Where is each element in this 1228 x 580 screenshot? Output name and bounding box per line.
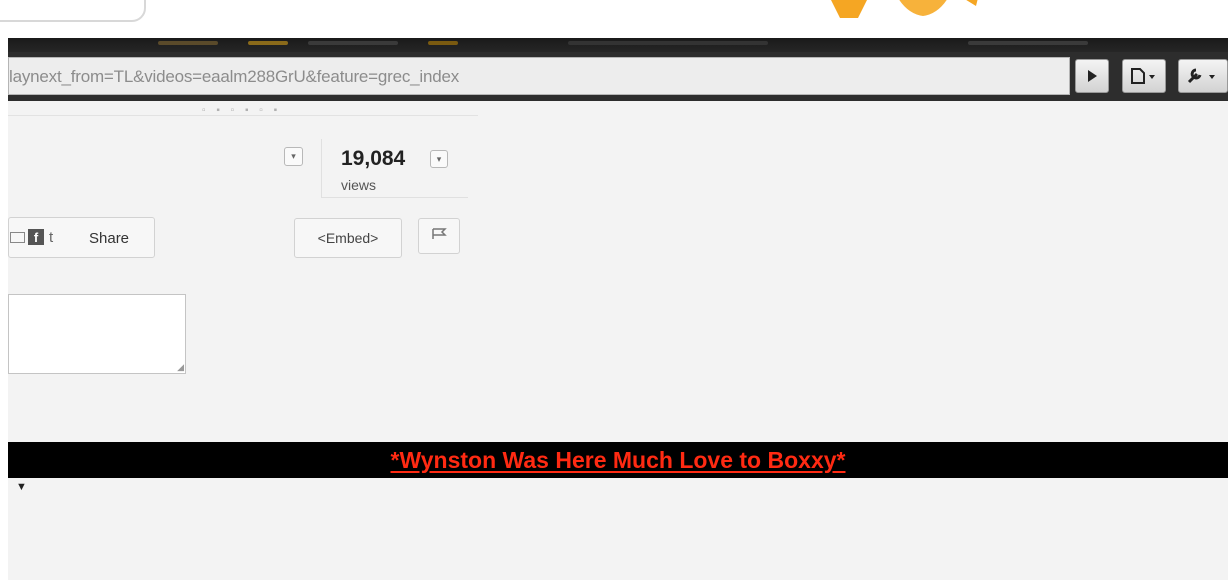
resize-grip-icon[interactable]: ◢ <box>177 363 184 372</box>
expand-arrow-icon[interactable]: ▼ <box>16 481 27 493</box>
share-button[interactable]: Share <box>89 230 129 247</box>
embed-button[interactable]: <Embed> <box>294 218 402 258</box>
address-url[interactable]: laynext_from=TL&videos=eaalm288GrU&featu… <box>9 67 459 87</box>
dropdown-toggle[interactable]: ▾ <box>284 147 303 166</box>
view-count: 19,084 <box>341 147 406 170</box>
channel-banner: *Wynston Was Here Much Love to Boxxy* <box>8 442 1228 478</box>
banner-text[interactable]: *Wynston Was Here Much Love to Boxxy* <box>8 447 1228 474</box>
flag-button[interactable] <box>418 218 460 254</box>
wrench-menu-button[interactable] <box>1178 59 1228 93</box>
flag-icon <box>432 228 447 239</box>
page-menu-icon <box>1131 68 1155 84</box>
share-button-group[interactable]: f t Share <box>8 217 155 258</box>
play-button[interactable] <box>1075 59 1109 93</box>
views-label: views <box>341 177 377 193</box>
view-count-panel: 19,084 views ▾ <box>321 139 468 198</box>
page-menu-button[interactable] <box>1122 59 1166 93</box>
facebook-icon[interactable]: f <box>28 229 44 245</box>
wrench-menu-icon <box>1187 68 1215 84</box>
browser-tab-edge <box>0 0 146 22</box>
email-icon[interactable] <box>10 232 25 243</box>
video-page: ▫ ▪ ▫ ▪ ▫ ▪ ▾ 19,084 views ▾ f t Share <… <box>8 101 1228 580</box>
comment-textarea[interactable]: ◢ <box>8 294 186 374</box>
twitter-icon[interactable]: t <box>49 229 53 246</box>
play-icon <box>1088 70 1097 82</box>
orange-logo-fragment <box>831 0 978 18</box>
browser-title-bar <box>8 38 1228 52</box>
address-bar[interactable]: laynext_from=TL&videos=eaalm288GrU&featu… <box>8 57 1070 95</box>
divider <box>8 115 478 116</box>
views-stats-toggle[interactable]: ▾ <box>430 150 448 168</box>
